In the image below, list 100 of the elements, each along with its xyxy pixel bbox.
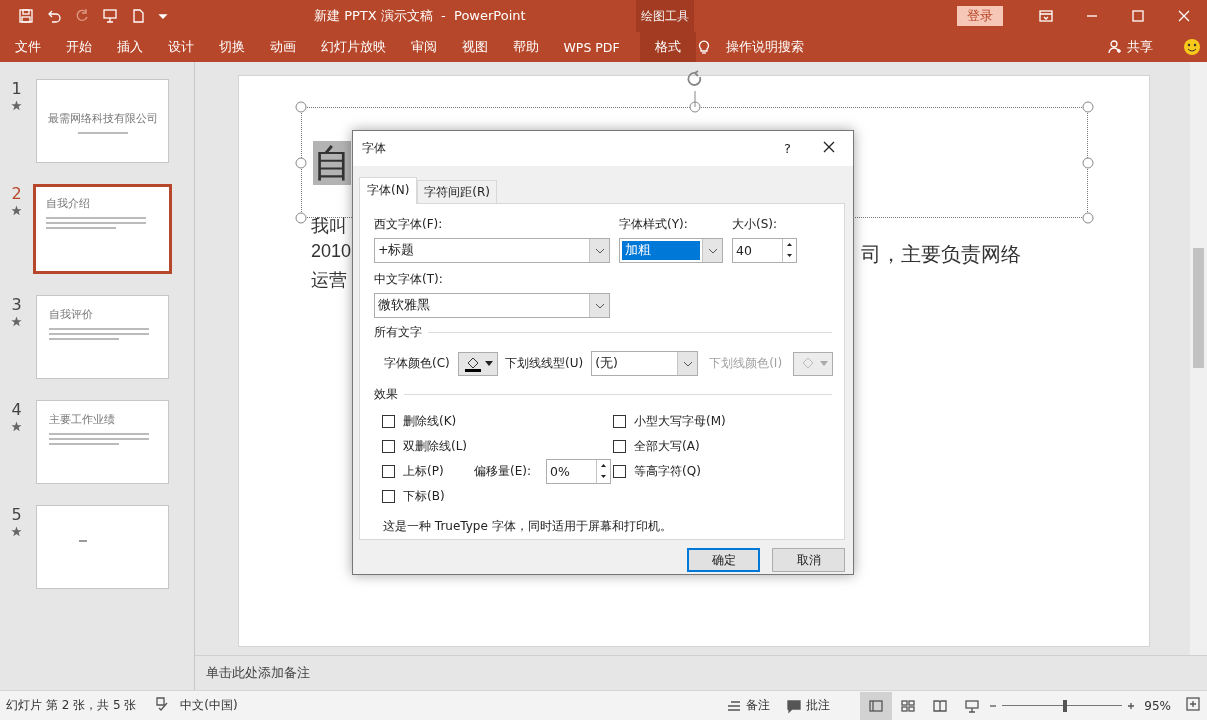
caret-icon [682,360,693,367]
field-label: 下划线颜色(I) [709,355,783,372]
dialog-title: 字体 [362,140,386,157]
save-icon[interactable] [18,8,34,24]
underline-style-combo[interactable]: (无) [591,351,699,376]
language-indicator[interactable]: 中文(中国) [180,697,238,714]
field-label: 下划线线型(U) [505,355,584,372]
resize-handle[interactable] [295,212,307,224]
latin-font-combo[interactable]: +标题 [374,238,610,263]
dialog-button[interactable]: 确定 [687,548,760,572]
zoom-percentage[interactable]: 95% [1144,698,1171,713]
checkbox-label: 等高字符(Q) [634,463,701,480]
help-button[interactable]: ? [784,141,791,156]
slide-number: 2 [11,184,22,203]
slide-number: 5 [11,505,22,524]
underline-color-button[interactable] [793,351,834,376]
cjk-font-combo[interactable]: 微软雅黑 [374,293,610,318]
maximize-icon[interactable] [1130,8,1146,24]
context-tab-group: 绘图工具 [636,0,694,32]
field-label: 大小(S): [732,216,779,233]
resize-handle[interactable] [1082,212,1094,224]
dialog-tab[interactable]: 字符间距(R) [417,180,498,204]
ribbon-tab[interactable]: 幻灯片放映 [308,32,398,62]
ribbon-tab[interactable]: 切换 [206,32,257,62]
notes-placeholder[interactable]: 单击此处添加备注 [206,664,310,682]
scrollbar[interactable] [1190,62,1207,655]
star-icon [11,205,22,216]
text-mark-drawing [79,540,87,543]
notes-button[interactable]: 备注 [718,691,779,720]
body-text: 2010 [311,241,352,261]
body-text: 我叫 [311,216,347,236]
resize-handle[interactable] [295,157,307,168]
checkbox-label: 全部大写(A) [634,438,700,455]
new-file-icon[interactable] [130,8,146,24]
ribbon-tab[interactable]: 审阅 [398,32,449,62]
dialog-button[interactable]: 取消 [772,548,845,572]
slide-thumbnail[interactable]: 自我评价 [36,295,169,379]
thumbnail-title: 最需网络科技有限公司 [47,112,158,126]
checkbox[interactable] [613,415,626,428]
resize-handle[interactable] [1082,157,1094,168]
slide-thumbnail[interactable]: 主要工作业绩 [36,400,169,484]
slide-thumbnail[interactable]: 自我介绍 [33,184,172,274]
caret-icon [484,361,493,366]
ribbon-tab[interactable]: 动画 [257,32,308,62]
size-spinbox[interactable]: 40 [732,238,797,263]
slide-number: 4 [11,400,22,419]
caret-icon [594,247,605,254]
fit-to-window-icon[interactable] [1185,696,1201,712]
book-icon[interactable] [932,697,949,714]
slide-thumbnail[interactable]: 最需网络科技有限公司 [36,79,169,163]
title-text: 自 [313,141,351,185]
caret-icon [594,302,605,309]
ribbon-tab[interactable]: 设计 [155,32,206,62]
ribbon-tab[interactable]: 插入 [104,32,155,62]
field-label: 中文字体(T): [374,271,444,288]
offset-spinbox[interactable]: 0% [546,459,611,484]
ribbon-tab[interactable]: WPS PDF [551,32,633,62]
caret-icon [707,247,718,254]
font-style-combo[interactable]: 加粗 [619,238,723,263]
field-label: 字体颜色(C) [384,355,451,372]
login-button[interactable]: 登录 [957,6,1003,26]
checkbox[interactable] [613,440,626,453]
checkbox-label: 小型大写字母(M) [634,413,726,430]
ribbon-tab[interactable]: 帮助 [500,32,551,62]
body-text: 司，主要负责网络 [861,242,1021,267]
checkbox[interactable] [382,490,395,503]
thumbnail-title: 自我评价 [49,308,94,322]
thumbnail-title: 主要工作业绩 [49,413,116,427]
search-field[interactable]: 操作说明搜索 [726,38,805,56]
checkbox[interactable] [613,465,626,478]
share-button[interactable]: 共享 [1127,38,1153,56]
caret-icon [819,361,828,366]
resize-handle[interactable] [1082,101,1094,113]
ribbon-tab[interactable]: 格式 [640,32,697,62]
checkbox-label: 上标(P) [403,463,444,480]
slideshow-icon[interactable] [964,697,981,714]
close-icon[interactable] [821,139,837,155]
smiley-icon[interactable] [1183,38,1201,56]
ribbon-tab[interactable]: 文件 [2,32,53,62]
person-icon[interactable] [1107,39,1123,55]
section-heading: 所有文字 [374,324,422,341]
undo-icon[interactable] [46,8,62,24]
normal-view-icon[interactable] [868,697,885,714]
font-color-button[interactable] [458,351,498,376]
slide-thumbnail[interactable] [36,505,169,589]
ribbon-tab[interactable]: 视图 [449,32,500,62]
comments-button[interactable]: 批注 [778,691,839,720]
presentation-icon[interactable] [102,8,118,24]
checkbox[interactable] [382,465,395,478]
window-title: 新建 PPTX 演示文稿 - PowerPoint [314,7,527,25]
star-icon [11,421,22,432]
ribbon-display-icon[interactable] [1038,8,1054,24]
grid-view-icon[interactable] [900,697,917,714]
checkbox[interactable] [382,415,395,428]
field-label: 偏移量(E): [474,463,532,480]
ribbon-tab[interactable]: 开始 [53,32,104,62]
dialog-tab[interactable]: 字体(N) [359,177,418,204]
resize-handle[interactable] [295,101,307,113]
resize-handle[interactable] [689,101,700,113]
checkbox[interactable] [382,440,395,453]
